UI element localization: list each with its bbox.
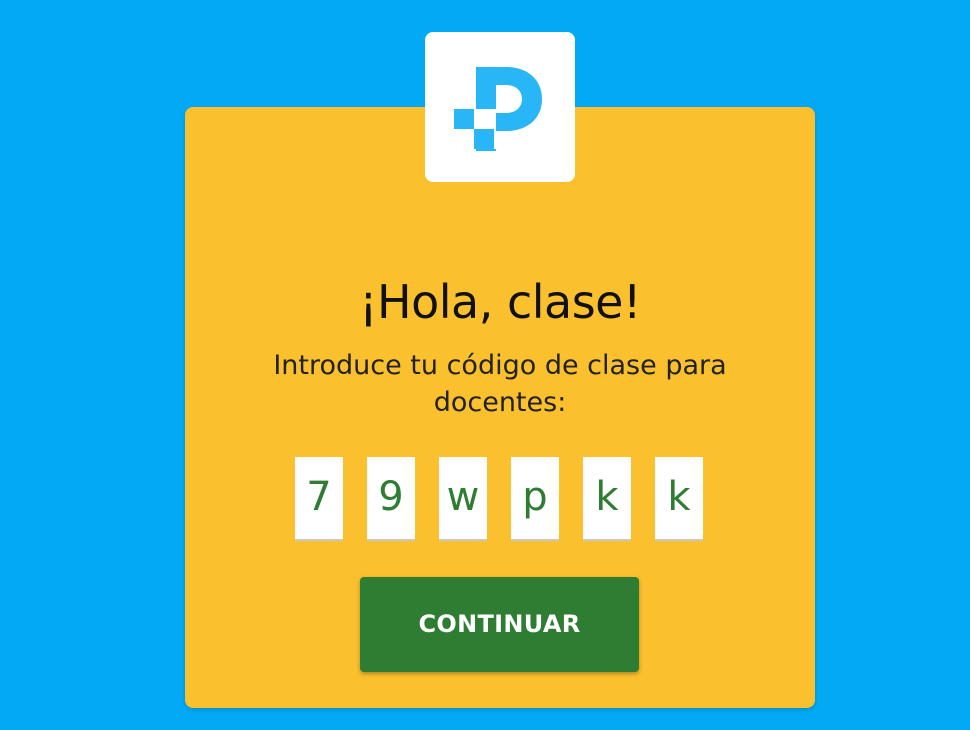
code-char-input-1[interactable]: 7 [295,457,343,541]
code-char-input-3[interactable]: w [439,457,487,541]
greeting-title: ¡Hola, clase! [359,275,641,329]
code-char-input-5[interactable]: k [583,457,631,541]
app-logo [425,32,575,182]
code-char-input-4[interactable]: p [511,457,559,541]
class-code-card: ¡Hola, clase! Introduce tu código de cla… [185,107,815,708]
class-code-inputs: 7 9 w p k k [295,457,705,543]
page: ¡Hola, clase! Introduce tu código de cla… [0,0,970,730]
continue-button[interactable]: CONTINUAR [360,577,639,672]
code-char-input-6[interactable]: k [655,457,703,541]
p-logo-icon [454,67,542,151]
code-char-input-2[interactable]: 9 [367,457,415,541]
greeting-subtitle: Introduce tu código de clase para docent… [273,350,727,418]
